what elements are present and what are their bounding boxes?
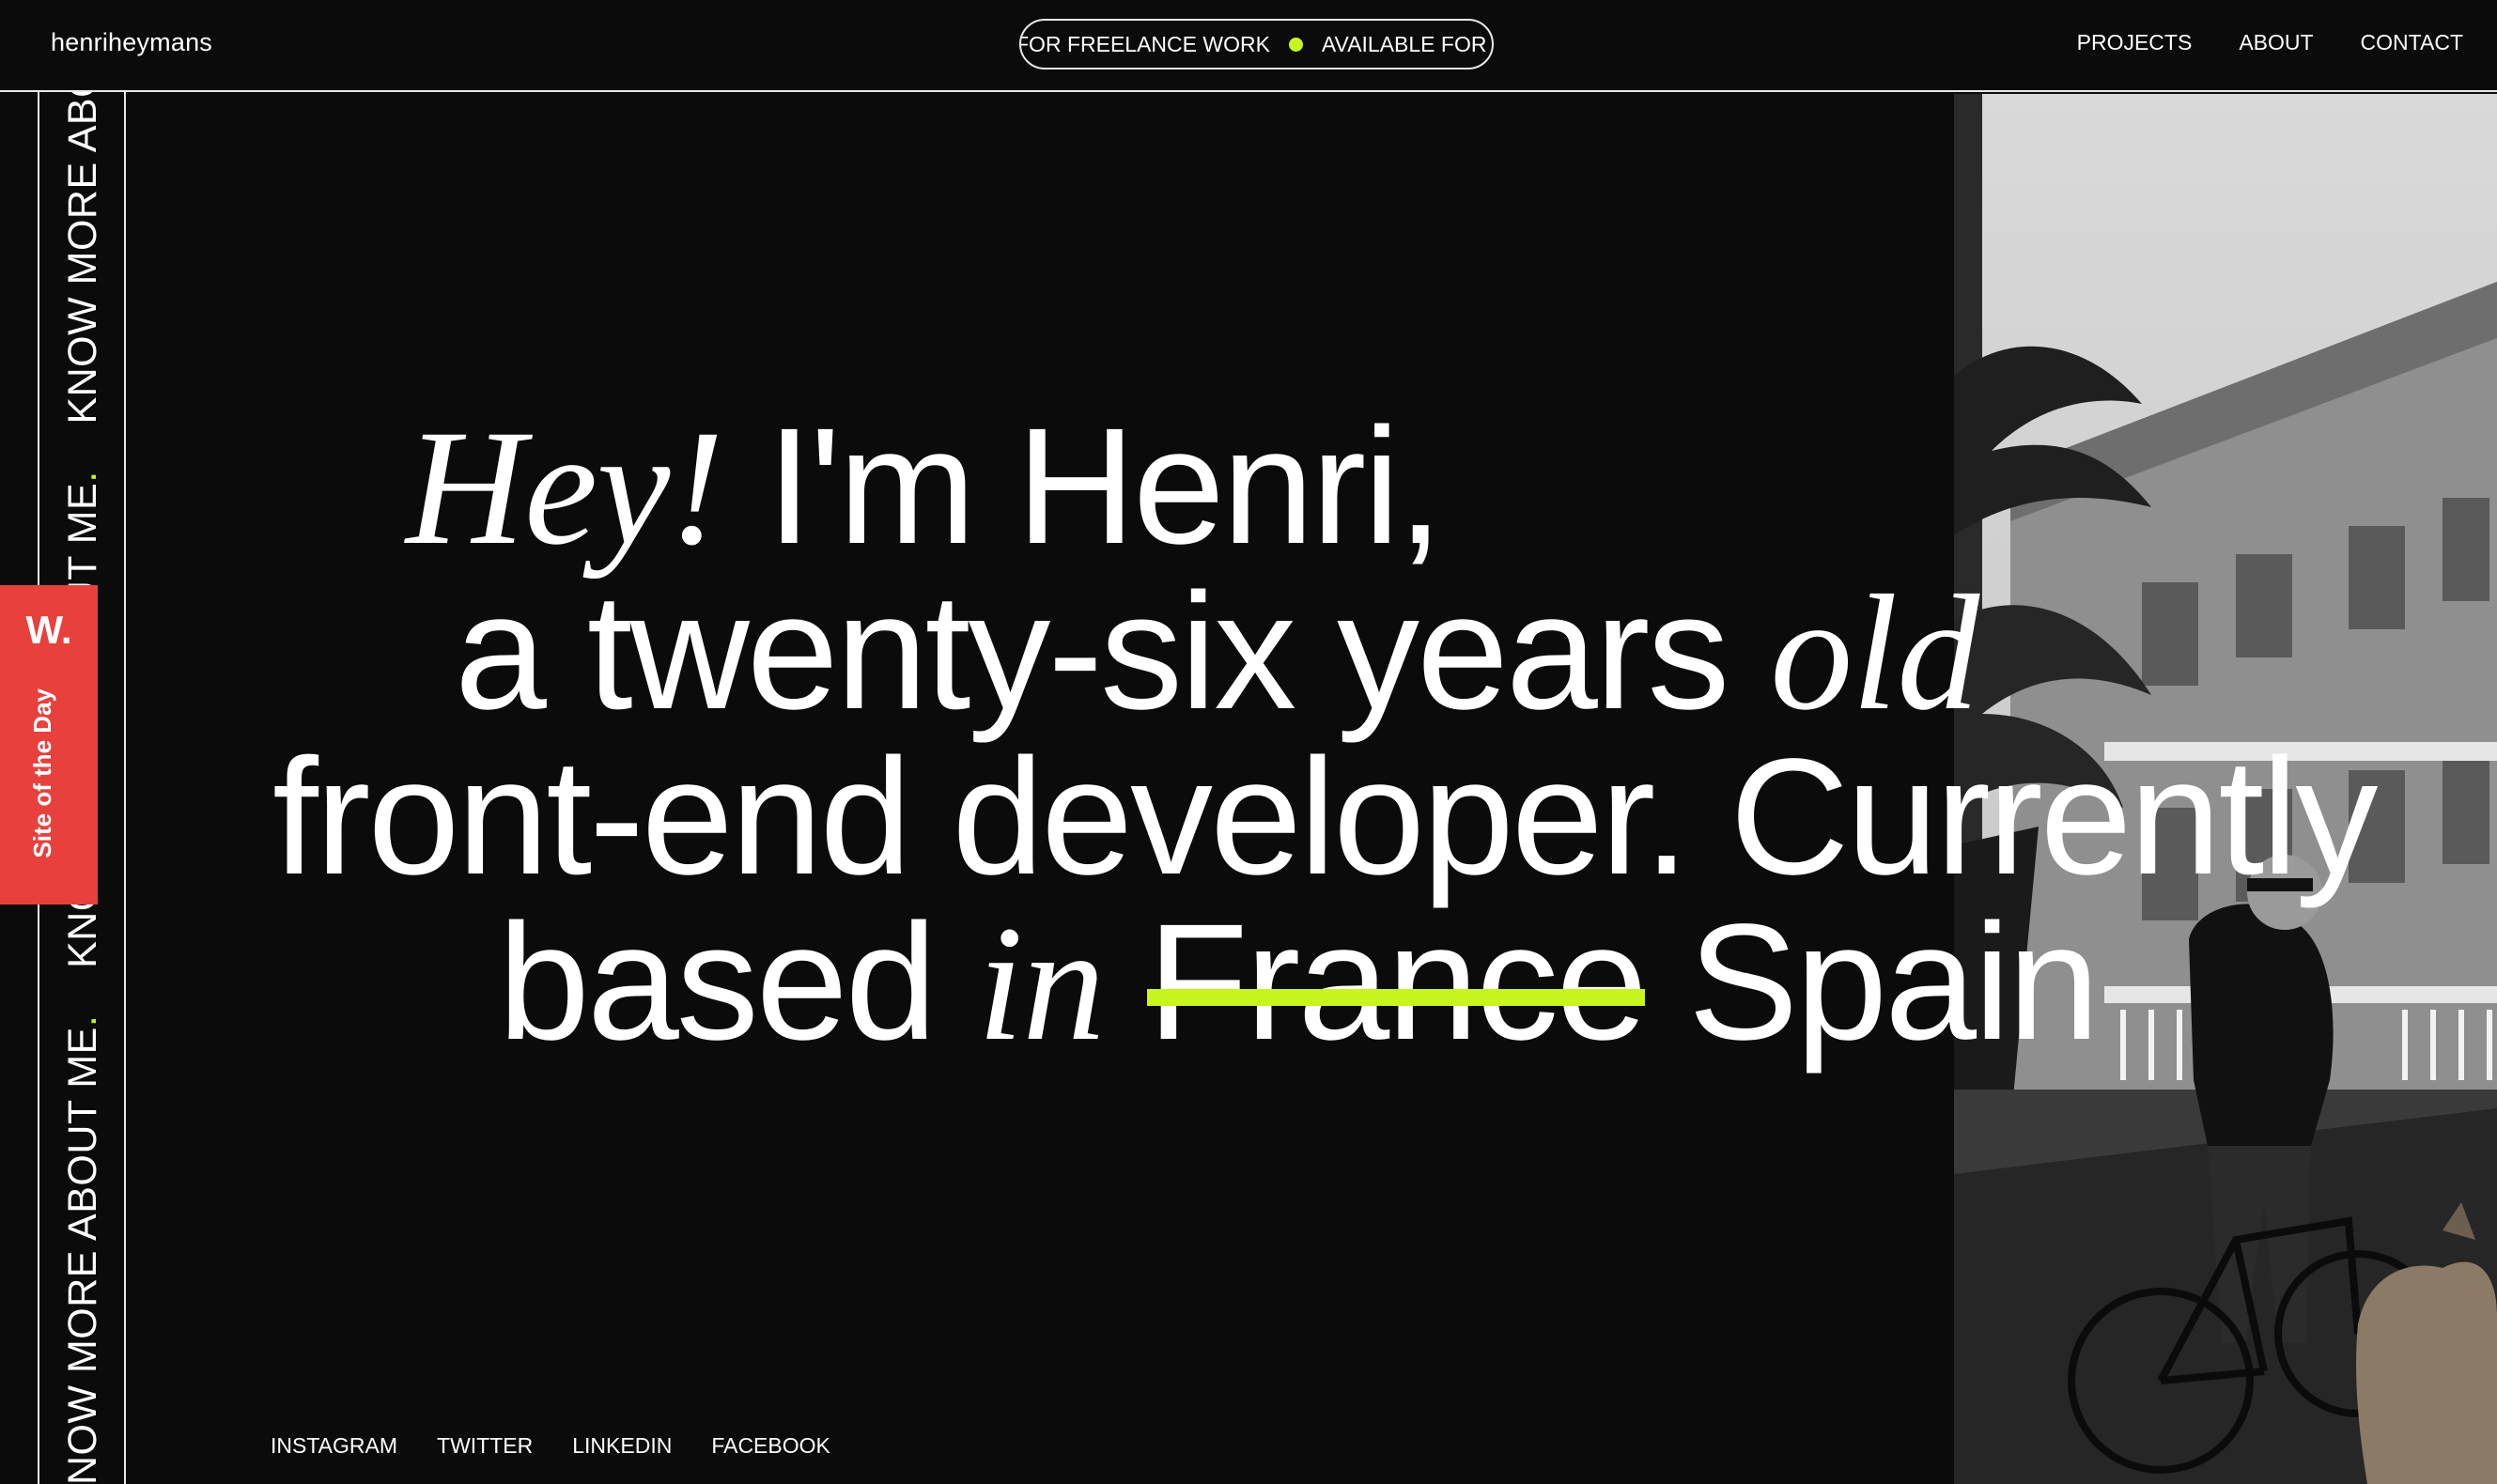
social-instagram[interactable]: INSTAGRAM <box>271 1433 397 1459</box>
nav-projects[interactable]: PROJECTS <box>2077 30 2193 55</box>
availability-text: AVAILABLE FOR FREI <box>1321 31 1492 56</box>
headline-line-3: front-end developer. Currently <box>272 734 2378 900</box>
main-nav: PROJECTS ABOUT CONTACT <box>2077 30 2463 55</box>
headline-text: a twenty-six years <box>455 560 1771 744</box>
award-badge[interactable]: W. Site of the Day <box>0 585 98 904</box>
marquee-dot: . <box>60 1014 105 1027</box>
award-label: Site of the Day <box>28 688 56 858</box>
headline-italic: Hey! <box>406 396 724 580</box>
headline-text: Spain <box>1645 890 2100 1074</box>
nav-contact[interactable]: CONTACT <box>2361 30 2463 55</box>
headline-italic: in <box>977 892 1105 1075</box>
social-facebook[interactable]: FACEBOOK <box>711 1433 830 1459</box>
struck-text: France <box>1147 890 1648 1074</box>
strike-bar <box>1147 989 1646 1006</box>
headline-text: I'm Henri, <box>722 394 1444 579</box>
status-dot-icon <box>1288 37 1303 52</box>
marquee-text: KNOW MORE ABOUT ME <box>60 1026 105 1484</box>
availability-ticker: FOR FREELANCE WORK AVAILABLE FOR FREI <box>1019 19 1494 70</box>
headline-text: front-end developer. Currently <box>272 725 2378 909</box>
site-logo[interactable]: henriheymans <box>51 28 212 57</box>
headline-line-4: based in France Spain <box>498 900 2100 1067</box>
headline-line-1: Hey! I'm Henri, <box>406 404 1443 571</box>
awwwards-logo-icon: W. <box>25 608 72 652</box>
social-linkedin[interactable]: LINKEDIN <box>572 1433 672 1459</box>
social-links: INSTAGRAM TWITTER LINKEDIN FACEBOOK <box>271 1433 830 1459</box>
marquee-dot: . <box>60 471 105 483</box>
social-twitter[interactable]: TWITTER <box>437 1433 533 1459</box>
headline-line-2: a twenty-six years old <box>455 569 1979 736</box>
nav-about[interactable]: ABOUT <box>2239 30 2313 55</box>
availability-track: FOR FREELANCE WORK AVAILABLE FOR FREI <box>1019 21 1492 68</box>
availability-text: FOR FREELANCE WORK <box>1019 31 1270 56</box>
headline-italic: old <box>1770 562 1979 745</box>
marquee-text: KNOW MORE ABOUT ME <box>60 92 105 425</box>
site-header: henriheymans FOR FREELANCE WORK AVAILABL… <box>0 0 2497 92</box>
struck-location: France <box>1147 900 1648 1065</box>
headline-text: based <box>498 890 978 1074</box>
